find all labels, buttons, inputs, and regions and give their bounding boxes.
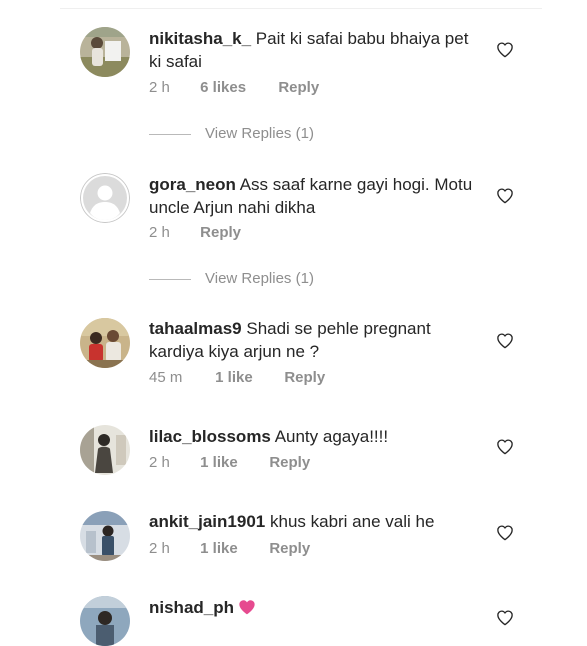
avatar-photo <box>80 596 130 646</box>
comment-text: Aunty agaya!!!! <box>274 427 389 446</box>
avatar-photo <box>80 511 130 561</box>
avatar[interactable] <box>80 425 130 475</box>
comment-text-block: gora_neon Ass saaf karne gayi hogi. Motu… <box>149 173 479 219</box>
view-replies-label: View Replies (1) <box>205 125 314 142</box>
comment-text-block: nikitasha_k_ Pait ki safai babu bhaiya p… <box>149 27 479 73</box>
comment-text-block: nishad_ph <box>149 596 479 619</box>
comment-username[interactable]: gora_neon <box>149 175 236 194</box>
comment-time: 45 m <box>149 369 183 386</box>
avatar[interactable] <box>80 511 130 561</box>
comment-likes[interactable]: 6 likes <box>200 78 274 98</box>
comment-likes[interactable]: 1 like <box>200 539 265 559</box>
avatar[interactable] <box>80 173 130 223</box>
top-divider <box>60 8 542 9</box>
like-heart-icon[interactable] <box>496 438 514 455</box>
comment-meta: 2 h Reply <box>149 223 241 243</box>
comment-meta: 45 m 1 like Reply <box>149 368 325 388</box>
avatar-photo <box>80 27 130 77</box>
comment-likes[interactable]: 1 like <box>200 453 265 473</box>
comment-meta: 2 h 1 like Reply <box>149 453 310 473</box>
like-heart-icon[interactable] <box>496 187 514 204</box>
like-heart-icon[interactable] <box>496 41 514 58</box>
avatar-photo <box>80 425 130 475</box>
reply-button[interactable]: Reply <box>284 368 325 388</box>
avatar[interactable] <box>80 596 130 646</box>
reply-button[interactable]: Reply <box>200 223 241 243</box>
comment-meta: 2 h 1 like Reply <box>149 539 310 559</box>
view-replies-line <box>149 133 191 135</box>
comment-text-block: lilac_blossoms Aunty agaya!!!! <box>149 425 479 448</box>
avatar[interactable] <box>80 27 130 77</box>
view-replies-link[interactable]: View Replies (1) <box>149 269 314 289</box>
like-heart-icon[interactable] <box>496 332 514 349</box>
comment-text-block: ankit_jain1901 khus kabri ane vali he <box>149 510 479 533</box>
view-replies-link[interactable]: View Replies (1) <box>149 124 314 144</box>
comment-text: khus kabri ane vali he <box>269 512 435 531</box>
comment-username[interactable]: nishad_ph <box>149 598 234 617</box>
like-heart-icon[interactable] <box>496 609 514 626</box>
avatar-photo <box>80 318 130 368</box>
view-replies-line <box>149 278 191 280</box>
reply-button[interactable]: Reply <box>269 453 310 473</box>
reply-button[interactable]: Reply <box>269 539 310 559</box>
pink-heart-emoji-icon <box>239 600 255 615</box>
comment-text-block: tahaalmas9 Shadi se pehle pregnant kardi… <box>149 317 479 363</box>
avatar[interactable] <box>80 318 130 368</box>
comment-username[interactable]: lilac_blossoms <box>149 427 271 446</box>
comment-time: 2 h <box>149 79 170 96</box>
comment-time: 2 h <box>149 224 170 241</box>
reply-button[interactable]: Reply <box>278 78 319 98</box>
comment-meta: 2 h 6 likes Reply <box>149 78 319 98</box>
like-heart-icon[interactable] <box>496 524 514 541</box>
comment-username[interactable]: tahaalmas9 <box>149 319 242 338</box>
comment-likes[interactable]: 1 like <box>215 368 280 388</box>
comment-time: 2 h <box>149 454 170 471</box>
comment-time: 2 h <box>149 540 170 557</box>
comment-username[interactable]: nikitasha_k_ <box>149 29 251 48</box>
comment-username[interactable]: ankit_jain1901 <box>149 512 265 531</box>
default-avatar-icon <box>80 173 130 223</box>
view-replies-label: View Replies (1) <box>205 270 314 287</box>
